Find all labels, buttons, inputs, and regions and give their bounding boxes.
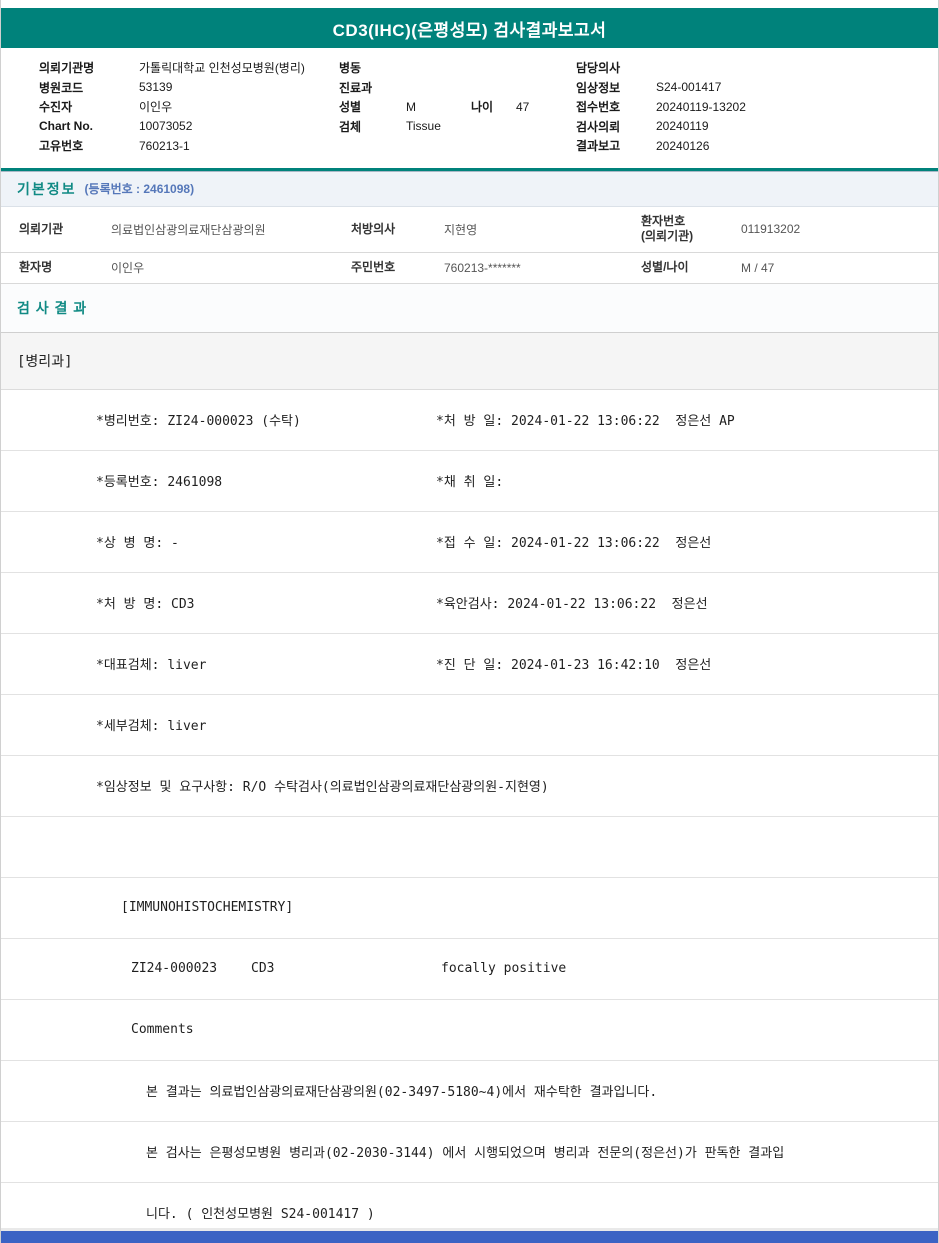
result-field: *처 방 일: 2024-01-22 13:06:22 정은선 AP	[436, 410, 938, 429]
table-header-label: 환자번호 (의뢰기관)	[641, 214, 741, 244]
patient-field-value: 20240119-13202	[656, 100, 938, 114]
result-field: *등록번호: 2461098	[1, 471, 436, 490]
report-page: CD3(IHC)(은평성모) 검사결과보고서 의뢰기관명 가톨릭대학교 인천성모…	[0, 0, 939, 1243]
table-cell-value: 011913202	[741, 222, 938, 236]
bottom-bar	[1, 1231, 938, 1243]
basic-info-table: 의뢰기관 의료법인삼광의료재단삼광의원 처방의사 지현영 환자번호 (의뢰기관)…	[1, 207, 938, 284]
patient-field-label: 접수번호	[576, 98, 656, 115]
table-row: 환자명 이인우 주민번호 760213-******* 성별/나이 M / 47	[1, 253, 938, 284]
patient-field-value: 20240126	[656, 139, 938, 153]
result-field: *병리번호: ZI24-000023 (수탁)	[1, 410, 436, 429]
patient-field-label: 병원코드	[39, 79, 139, 96]
results-body: *병리번호: ZI24-000023 (수탁) *처 방 일: 2024-01-…	[1, 390, 938, 1243]
patient-info-row: 병원코드 53139 진료과 임상정보 S24-001417	[39, 78, 938, 98]
ihc-section-title: [IMMUNOHISTOCHEMISTRY]	[1, 900, 293, 915]
patient-field-value: 10073052	[139, 119, 339, 133]
patient-field-label: 병동	[339, 59, 406, 76]
result-field: *처 방 명: CD3	[1, 593, 436, 612]
department-label: [병리과]	[17, 351, 73, 371]
report-header-bar: CD3(IHC)(은평성모) 검사결과보고서	[1, 8, 938, 48]
result-field: *상 병 명: -	[1, 532, 436, 551]
result-row: *처 방 명: CD3 *육안검사: 2024-01-22 13:06:22 정…	[1, 573, 938, 634]
patient-field-label: 검사의뢰	[576, 118, 656, 135]
result-field: *진 단 일: 2024-01-23 16:42:10 정은선	[436, 654, 938, 673]
patient-info-row: 수진자 이인우 성별 M 나이 47 접수번호 20240119-13202	[39, 97, 938, 117]
patient-field-label: 결과보고	[576, 137, 656, 154]
table-header-label: 환자명	[19, 260, 111, 275]
table-header-label: 처방의사	[351, 222, 444, 237]
patient-age-label: 나이	[471, 98, 516, 115]
patient-age-value: 47	[516, 100, 576, 114]
patient-field-value: Tissue	[406, 119, 576, 133]
result-field: *접 수 일: 2024-01-22 13:06:22 정은선	[436, 532, 938, 551]
results-header: 검 사 결 과	[1, 284, 938, 333]
patient-field-value: S24-001417	[656, 80, 938, 94]
comment-row: 본 결과는 의료법인삼광의료재단삼광의원(02-3497-5180~4)에서 재…	[1, 1061, 938, 1122]
result-row: *병리번호: ZI24-000023 (수탁) *처 방 일: 2024-01-…	[1, 390, 938, 451]
basic-info-header: 기본정보 (등록번호 : 2461098)	[1, 171, 938, 207]
patient-info-row: Chart No. 10073052 검체 Tissue 검사의뢰 202401…	[39, 117, 938, 137]
table-cell-value: 이인우	[111, 259, 351, 276]
result-field: *임상정보 및 요구사항: R/O 수탁검사(의료법인삼광의료재단삼광의원-지현…	[1, 776, 549, 795]
table-cell-value: M / 47	[741, 261, 938, 275]
patient-field-label: 수진자	[39, 98, 139, 115]
empty-row	[1, 817, 938, 878]
patient-sex-value: M	[406, 100, 471, 114]
result-field: *대표검체: liver	[1, 654, 436, 673]
result-row: *세부검체: liver	[1, 695, 938, 756]
result-field: *육안검사: 2024-01-22 13:06:22 정은선	[436, 593, 938, 612]
patient-info-section: 의뢰기관명 가톨릭대학교 인천성모병원(병리) 병동 담당의사 병원코드 531…	[1, 48, 938, 171]
ihc-specimen-code: ZI24-000023	[131, 961, 251, 976]
comment-text: 본 결과는 의료법인삼광의료재단삼광의원(02-3497-5180~4)에서 재…	[1, 1081, 657, 1100]
comment-text: 니다. ( 인천성모병원 S24-001417 )	[1, 1203, 375, 1222]
patient-field-value: 이인우	[139, 98, 339, 115]
patient-field-label: Chart No.	[39, 119, 139, 133]
result-row: *대표검체: liver *진 단 일: 2024-01-23 16:42:10…	[1, 634, 938, 695]
result-field: *채 취 일:	[436, 471, 938, 490]
comments-header-row: Comments	[1, 1000, 938, 1061]
table-header-label: 주민번호	[351, 260, 444, 275]
table-header-label: 의뢰기관	[19, 222, 111, 237]
basic-info-reg-no: (등록번호 : 2461098)	[85, 180, 195, 197]
basic-info-title: 기본정보	[17, 179, 77, 199]
table-cell-value: 의료법인삼광의료재단삼광의원	[111, 221, 351, 238]
table-header-label: 성별/나이	[641, 260, 741, 275]
patient-info-row: 고유번호 760213-1 결과보고 20240126	[39, 136, 938, 156]
patient-info-row: 의뢰기관명 가톨릭대학교 인천성모병원(병리) 병동 담당의사	[39, 58, 938, 78]
table-cell-value: 지현영	[444, 221, 641, 238]
ihc-result-row: ZI24-000023 CD3 focally positive	[1, 939, 938, 1000]
comments-label: Comments	[1, 1022, 194, 1037]
table-cell-value: 760213-*******	[444, 261, 641, 275]
results-title: 검 사 결 과	[17, 298, 87, 318]
patient-field-label: 진료과	[339, 79, 406, 96]
patient-field-value: 53139	[139, 80, 339, 94]
department-row: [병리과]	[1, 333, 938, 390]
ihc-header-row: [IMMUNOHISTOCHEMISTRY]	[1, 878, 938, 939]
ihc-test-name: CD3	[251, 961, 441, 976]
report-title: CD3(IHC)(은평성모) 검사결과보고서	[333, 16, 607, 41]
patient-field-label: 담당의사	[576, 59, 656, 76]
patient-field-label: 검체	[339, 118, 406, 135]
patient-field-value: 20240119	[656, 119, 938, 133]
patient-field-value: 가톨릭대학교 인천성모병원(병리)	[139, 59, 339, 76]
patient-field-label: 고유번호	[39, 137, 139, 154]
table-row: 의뢰기관 의료법인삼광의료재단삼광의원 처방의사 지현영 환자번호 (의뢰기관)…	[1, 207, 938, 253]
result-field: *세부검체: liver	[1, 715, 206, 734]
patient-field-value: 760213-1	[139, 139, 339, 153]
ihc-test-result: focally positive	[441, 961, 566, 976]
comment-text: 본 검사는 은평성모병원 병리과(02-2030-3144) 에서 시행되었으며…	[1, 1142, 784, 1161]
patient-field-label: 의뢰기관명	[39, 59, 139, 76]
comment-row: 본 검사는 은평성모병원 병리과(02-2030-3144) 에서 시행되었으며…	[1, 1122, 938, 1183]
result-row: *등록번호: 2461098 *채 취 일:	[1, 451, 938, 512]
patient-field-label: 임상정보	[576, 79, 656, 96]
patient-field-label: 성별	[339, 98, 406, 115]
result-row: *상 병 명: - *접 수 일: 2024-01-22 13:06:22 정은…	[1, 512, 938, 573]
result-row: *임상정보 및 요구사항: R/O 수탁검사(의료법인삼광의료재단삼광의원-지현…	[1, 756, 938, 817]
